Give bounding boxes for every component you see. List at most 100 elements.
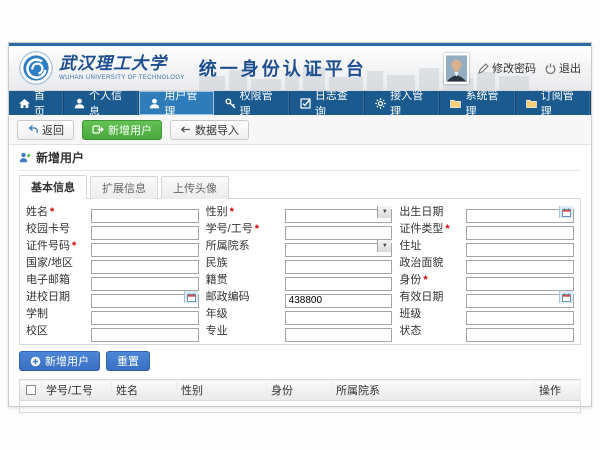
empty-table-row [20,401,581,413]
gender-select[interactable] [285,209,393,223]
major-input[interactable] [285,328,393,342]
tab-basic-info[interactable]: 基本信息 [19,175,87,199]
nav-item-system-management[interactable]: 系统管理 [440,91,515,115]
nav-item-log-query[interactable]: 日志查询 [290,91,365,115]
postal-code-input[interactable] [285,294,393,308]
key-icon [225,98,236,109]
ethnicity-input[interactable] [285,260,393,274]
folder-icon [450,98,461,109]
col-identity: 身份 [267,380,332,401]
label-text: 民族 [206,257,228,269]
university-name-block: 武汉理工大学 WUHAN UNIVERSITY OF TECHNOLOGY [59,56,185,81]
campus-field [91,324,199,338]
label-text: 国家/地区 [26,257,73,269]
change-password-link[interactable]: 修改密码 [478,60,536,76]
status-input[interactable] [466,328,574,342]
grade-input[interactable] [285,311,393,325]
nav-label: 日志查询 [315,87,354,119]
label-text: 性别 [206,206,228,218]
id-number-input[interactable] [91,243,199,257]
email-input[interactable] [91,277,199,291]
gender-field: ▼ [285,205,393,219]
masthead: 武汉理工大学 WUHAN UNIVERSITY OF TECHNOLOGY 统一… [9,46,591,91]
nav-label: 接入管理 [390,87,429,119]
nav-item-subscription-management[interactable]: 订阅管理 [516,91,591,115]
data-import-button[interactable]: 数据导入 [170,120,249,140]
user-avatar [444,53,469,84]
address-label: 住址 [399,239,459,253]
postal-code-field [285,290,393,304]
department-dropdown-button[interactable]: ▼ [377,240,391,252]
submit-add-user-button[interactable]: 新增用户 [19,351,100,371]
add-user-toolbar-button[interactable]: 新增用户 [82,120,162,140]
country-region-input[interactable] [91,260,199,274]
major-label: 专业 [206,324,278,338]
nav-label: 系统管理 [465,87,504,119]
reset-button[interactable]: 重置 [106,351,150,371]
political-status-input[interactable] [466,260,574,274]
tab-upload-avatar[interactable]: 上传头像 [161,176,229,199]
email-field [91,273,199,287]
required-marker: * [255,223,259,235]
address-input[interactable] [466,243,574,257]
entry-date-label: 进校日期 [26,290,84,304]
nav-item-home[interactable]: 首页 [9,91,64,115]
valid-date-input[interactable] [466,294,574,308]
birth-date-input[interactable] [466,209,574,223]
user-list-table: 学号/工号 姓名 性别 身份 所属院系 操作 [19,379,581,413]
department-select[interactable] [285,243,393,257]
address-field [466,239,574,253]
class-input[interactable] [466,311,574,325]
user-form: 姓名* 性别* ▼ 出生日期 校园卡号 学号/工号* 证件类型* 证件号码* 所… [26,205,574,338]
label-text: 证件类型 [399,223,443,235]
birth-date-calendar-button[interactable] [559,206,573,218]
masthead-right: 修改密码 退出 [444,53,581,84]
id-type-input[interactable] [466,226,574,240]
gender-label: 性别* [206,205,278,219]
main-nav: 首页 个人信息 用户管理 权限管理 日志查询 接入管理 系统管理 订阅管理 [9,91,591,115]
native-place-input[interactable] [285,277,393,291]
grade-field [285,307,393,321]
logout-link[interactable]: 退出 [545,60,581,76]
nav-item-personal-info[interactable]: 个人信息 [64,91,139,115]
label-text: 有效日期 [399,291,443,303]
toolbar: 返回 新增用户 数据导入 [9,115,591,145]
nav-item-access-management[interactable]: 接入管理 [365,91,440,115]
university-logo [19,51,53,85]
student-id-input[interactable] [285,226,393,240]
form-tabs: 基本信息 扩展信息 上传头像 [19,175,581,199]
calendar-icon [187,293,196,302]
tab-extended-info[interactable]: 扩展信息 [90,176,158,199]
name-input[interactable] [91,209,199,223]
select-all-checkbox[interactable] [26,385,36,395]
major-field [285,324,393,338]
nav-item-permission-management[interactable]: 权限管理 [215,91,290,115]
campus-input[interactable] [91,328,199,342]
schooling-length-field [91,307,199,321]
valid-date-calendar-button[interactable] [559,291,573,303]
student-id-field [285,222,393,236]
app-window: 武汉理工大学 WUHAN UNIVERSITY OF TECHNOLOGY 统一… [8,42,592,407]
back-button[interactable]: 返回 [17,120,74,140]
label-text: 校区 [26,325,48,337]
label-text: 证件号码 [26,240,70,252]
label-text: 身份 [399,274,421,286]
required-marker: * [230,206,234,218]
label-text: 政治面貌 [399,257,443,269]
gender-dropdown-button[interactable]: ▼ [377,206,391,218]
department-field: ▼ [285,239,393,253]
pencil-icon [478,63,489,74]
entry-date-calendar-button[interactable] [184,291,198,303]
entry-date-input[interactable] [91,294,199,308]
birth-date-label: 出生日期 [399,205,459,219]
identity-input[interactable] [466,277,574,291]
nav-item-user-management[interactable]: 用户管理 [139,91,214,115]
submit-label: 新增用户 [45,353,89,369]
schooling-length-input[interactable] [91,311,199,325]
campus-card-input[interactable] [91,226,199,240]
col-gender: 性别 [177,380,267,401]
status-label: 状态 [399,324,459,338]
entry-date-field [91,290,199,304]
schooling-length-label: 学制 [26,307,84,321]
label-text: 年级 [206,308,228,320]
